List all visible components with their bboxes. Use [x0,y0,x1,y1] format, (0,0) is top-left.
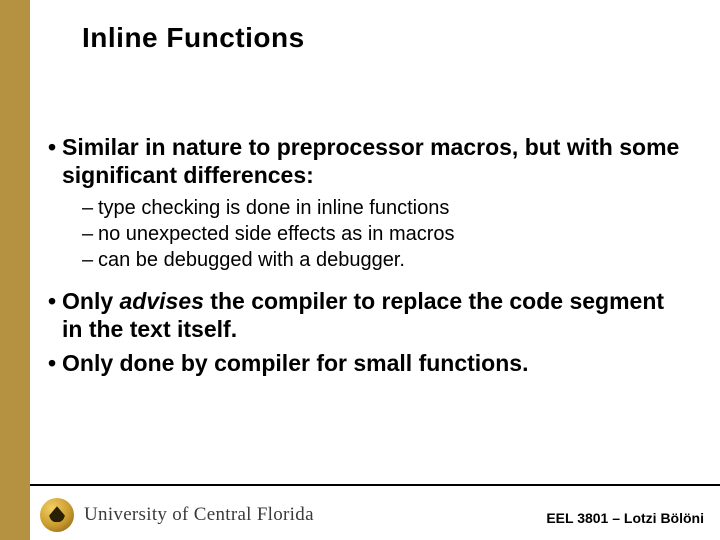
bullet-item: • Only advises the compiler to replace t… [48,287,688,343]
bullet-marker: • [48,133,62,189]
footer-divider [30,484,720,486]
sub-bullet-text: can be debugged with a debugger. [98,247,405,273]
bullet-text: Only advises the compiler to replace the… [62,287,688,343]
bullet-marker: • [48,287,62,343]
bullet-text: Only done by compiler for small function… [62,349,528,377]
sub-bullet-text: type checking is done in inline function… [98,195,449,221]
university-name: University of Central Florida [84,504,314,526]
bullet-text: Similar in nature to preprocessor macros… [62,133,688,189]
bullet-marker: • [48,349,62,377]
gold-sidebar [0,0,30,484]
bullet-item: • Only done by compiler for small functi… [48,349,688,377]
sub-bullet-item: – no unexpected side effects as in macro… [82,221,688,247]
slide-title: Inline Functions [82,22,305,54]
sub-bullet-item: – can be debugged with a debugger. [82,247,688,273]
university-branding: University of Central Florida [40,498,314,532]
bullet-text-emphasis: advises [120,288,204,314]
slide-footer: University of Central Florida EEL 3801 –… [0,484,720,540]
slide: Inline Functions • Similar in nature to … [0,0,720,540]
bullet-item: • Similar in nature to preprocessor macr… [48,133,688,189]
sub-bullet-list: – type checking is done in inline functi… [82,195,688,273]
ucf-seal-icon [40,498,74,532]
gold-sidebar-footer [0,484,30,540]
sub-bullet-item: – type checking is done in inline functi… [82,195,688,221]
slide-content: • Similar in nature to preprocessor macr… [48,133,688,383]
sub-bullet-text: no unexpected side effects as in macros [98,221,455,247]
sub-bullet-marker: – [82,221,98,247]
sub-bullet-marker: – [82,195,98,221]
sub-bullet-marker: – [82,247,98,273]
bullet-text-part: Only [62,288,120,314]
course-label: EEL 3801 – Lotzi Bölöni [546,510,704,526]
